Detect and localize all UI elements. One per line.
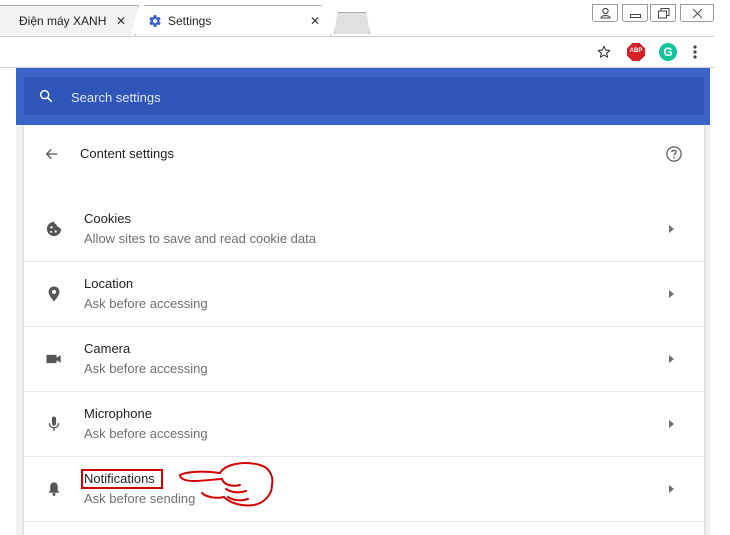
new-tab-button[interactable] [334,12,370,34]
settings-page: Content settings Cookies Allow sites to … [16,125,710,535]
minimize-button[interactable] [622,4,648,22]
camera-icon [46,354,61,364]
pointing-hand-annotation-icon [179,462,274,507]
row-title: Cookies [84,211,131,226]
bookmark-star-icon[interactable] [596,44,612,60]
tab-title: Settings [168,14,212,28]
address-bar-row[interactable]: ABP G [0,36,714,68]
close-icon [692,8,703,19]
chevron-right-icon [669,420,674,428]
row-subtitle: Ask before accessing [84,361,208,376]
row-subtitle: Ask before accessing [84,426,208,441]
next-row-partial[interactable] [24,522,704,535]
menu-kebab-icon[interactable] [692,44,698,60]
row-subtitle: Allow sites to save and read cookie data [84,231,316,246]
grammarly-label: G [663,45,673,59]
tab-close-button[interactable]: ✕ [116,14,126,28]
search-bar[interactable] [24,77,704,115]
back-arrow-icon[interactable] [44,146,60,162]
row-subtitle: Ask before accessing [84,296,208,311]
chevron-right-icon [669,225,674,233]
help-icon[interactable] [665,145,683,163]
close-window-button[interactable] [680,4,714,22]
notifications-row[interactable]: Notifications Ask before sending [24,457,704,522]
row-title: Camera [84,341,131,356]
minimize-icon [630,14,641,18]
grammarly-icon[interactable]: G [659,43,677,61]
location-pin-icon [48,286,60,302]
bell-icon [48,482,60,496]
chevron-right-icon [669,290,674,298]
profile-button[interactable] [592,4,618,22]
settings-header [16,68,710,125]
tab-close-button[interactable]: ✕ [310,14,320,28]
location-row[interactable]: Location Ask before accessing [24,262,704,327]
tab-title: Điện máy XANH [19,14,107,28]
tab-strip: Điện máy XANH ✕ Settings ✕ [0,0,730,36]
cookie-icon [46,221,62,237]
adblock-icon[interactable]: ABP [627,43,645,61]
restore-icon [658,8,670,19]
row-title: Location [84,276,134,291]
chevron-right-icon [669,485,674,493]
cookies-row[interactable]: Cookies Allow sites to save and read coo… [24,197,704,262]
row-title: Microphone [84,406,152,421]
microphone-row[interactable]: Microphone Ask before accessing [24,392,704,457]
page-title: Content settings [80,146,174,161]
person-icon [600,7,611,19]
settings-gear-icon [149,15,161,27]
microphone-icon [48,416,60,432]
search-input[interactable] [69,86,673,108]
search-icon [39,89,53,103]
annotation-highlight-box [81,469,163,489]
chevron-right-icon [669,355,674,363]
camera-row[interactable]: Camera Ask before accessing [24,327,704,392]
tab-dien-may-xanh[interactable]: Điện máy XANH ✕ [0,5,139,36]
content-settings-card: Content settings Cookies Allow sites to … [24,125,704,535]
restore-button[interactable] [650,4,676,22]
tab-settings[interactable]: Settings ✕ [135,5,331,36]
adblock-label: ABP [629,48,643,54]
